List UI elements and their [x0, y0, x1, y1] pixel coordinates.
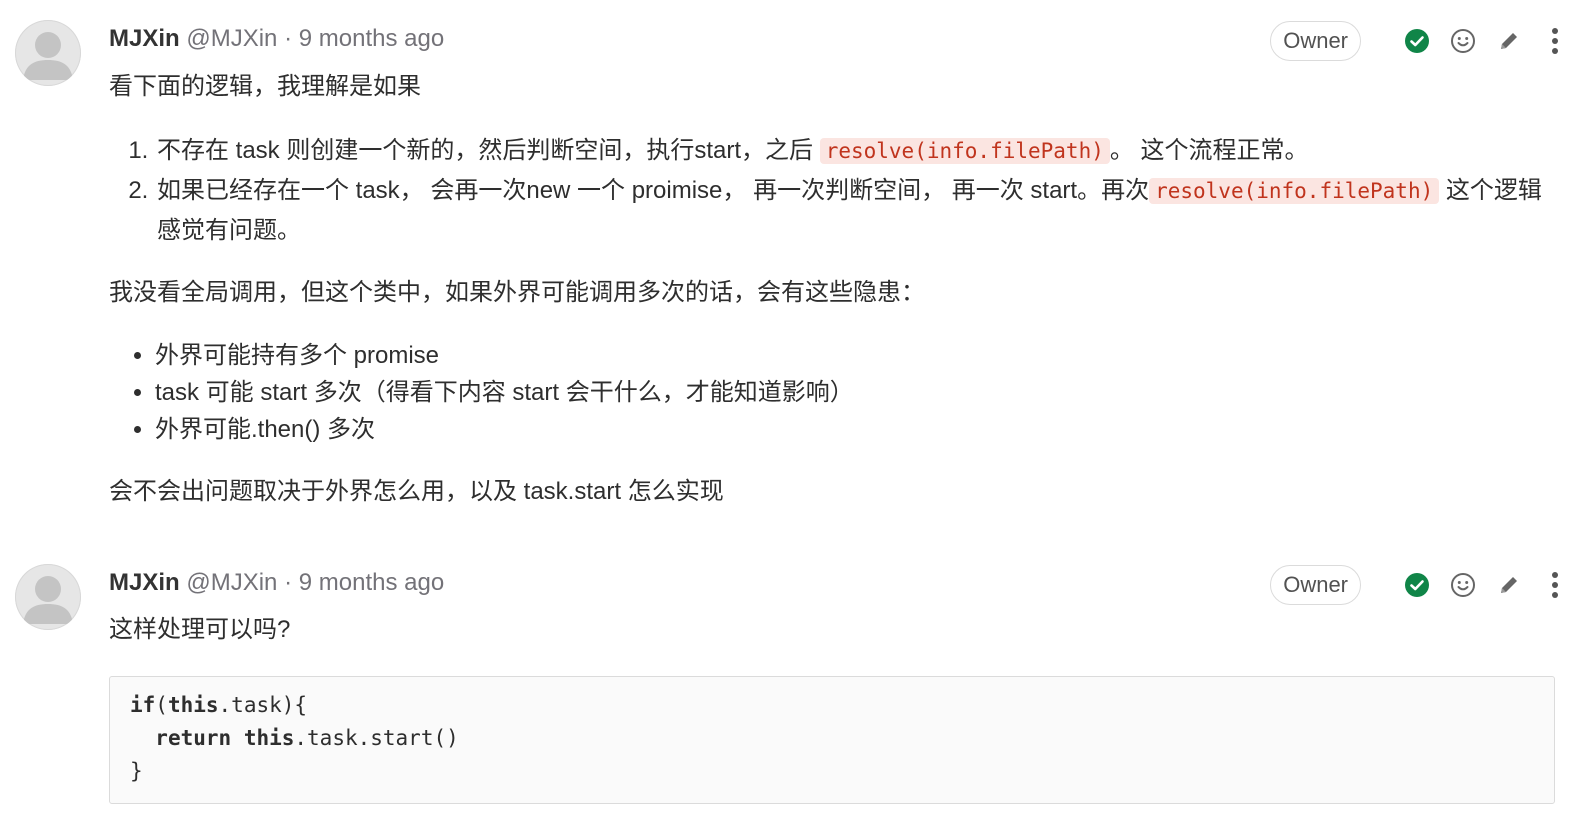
- list-item: 外界可能持有多个 promise: [155, 337, 1558, 374]
- author-handle[interactable]: @MJXin: [186, 25, 277, 52]
- code-line: return this.task.start(): [130, 722, 1534, 755]
- code-keyword: return: [155, 726, 232, 750]
- list-item: 如果已经存在一个 task， 会再一次new 一个 proimise， 再一次判…: [155, 171, 1558, 251]
- pencil-icon[interactable]: [1495, 571, 1523, 599]
- avatar[interactable]: [15, 20, 81, 86]
- intro-text: 看下面的逻辑，我理解是如果: [109, 73, 421, 100]
- note-actions: Owner: [1270, 21, 1569, 61]
- comment-note-2: MJXin @MJXin · 9 months ago Owner 这样处理可以…: [0, 564, 1594, 824]
- step-2-text: 如果已经存在一个 task， 会再一次new 一个 proimise， 再一次判…: [157, 177, 1150, 204]
- author-name[interactable]: MJXin: [109, 569, 180, 596]
- owner-badge: Owner: [1270, 21, 1361, 61]
- timestamp[interactable]: 9 months ago: [299, 25, 444, 52]
- step-1-text: 不存在 task 则创建一个新的，然后判断空间，执行start，之后: [157, 137, 814, 164]
- code-text: }: [130, 759, 143, 783]
- owner-badge: Owner: [1270, 565, 1361, 605]
- header-separator: ·: [284, 25, 293, 52]
- note-header: MJXin @MJXin · 9 months ago: [109, 22, 444, 56]
- smiley-icon[interactable]: [1449, 27, 1477, 55]
- pencil-icon[interactable]: [1495, 27, 1523, 55]
- code-line: if(this.task){: [130, 689, 1534, 722]
- risk-intro-text: 我没看全局调用，但这个类中，如果外界可能调用多次的话，会有这些隐患：: [109, 279, 925, 306]
- inline-code: resolve(info.filePath): [819, 138, 1110, 164]
- code-text: .task){: [218, 693, 308, 717]
- code-keyword: if: [130, 693, 156, 717]
- header-separator: ·: [284, 569, 293, 596]
- check-circle-icon[interactable]: [1403, 27, 1431, 55]
- list-item: task 可能 start 多次（得看下内容 start 会干什么，才能知道影响…: [155, 374, 1558, 411]
- user-silhouette-icon: [23, 576, 73, 624]
- steps-list: 不存在 task 则创建一个新的，然后判断空间，执行start，之后 resol…: [109, 131, 1558, 251]
- question-text: 这样处理可以吗?: [109, 616, 291, 643]
- more-vertical-icon[interactable]: [1541, 27, 1569, 55]
- user-silhouette-icon: [23, 32, 73, 80]
- author-name[interactable]: MJXin: [109, 25, 180, 52]
- list-item: 不存在 task 则创建一个新的，然后判断空间，执行start，之后 resol…: [155, 131, 1558, 171]
- conclusion-text: 会不会出问题取决于外界怎么用，以及 task.start 怎么实现: [109, 478, 724, 505]
- code-text: .task.start(): [294, 726, 459, 750]
- note-body: 看下面的逻辑，我理解是如果 不存在 task 则创建一个新的，然后判断空间，执行…: [109, 67, 1558, 512]
- code-text: (: [155, 693, 168, 717]
- code-keyword: this: [243, 726, 295, 750]
- note-header: MJXin @MJXin · 9 months ago: [109, 566, 444, 600]
- risks-list: 外界可能持有多个 promise task 可能 start 多次（得看下内容 …: [109, 337, 1558, 448]
- step-1-tail: 。 这个流程正常。: [1109, 137, 1309, 164]
- code-block: if(this.task){ return this.task.start()}: [109, 676, 1555, 804]
- code-line: }: [130, 755, 1534, 788]
- note-body: 这样处理可以吗?: [109, 610, 1558, 650]
- more-vertical-icon[interactable]: [1541, 571, 1569, 599]
- note-actions: Owner: [1270, 565, 1569, 605]
- check-circle-icon[interactable]: [1403, 571, 1431, 599]
- comment-note-1: MJXin @MJXin · 9 months ago Owner 看下面的逻辑…: [0, 20, 1594, 520]
- list-item: 外界可能.then() 多次: [155, 411, 1558, 448]
- avatar[interactable]: [15, 564, 81, 630]
- inline-code: resolve(info.filePath): [1149, 178, 1440, 204]
- author-handle[interactable]: @MJXin: [186, 569, 277, 596]
- code-keyword: this: [167, 693, 219, 717]
- smiley-icon[interactable]: [1449, 571, 1477, 599]
- timestamp[interactable]: 9 months ago: [299, 569, 444, 596]
